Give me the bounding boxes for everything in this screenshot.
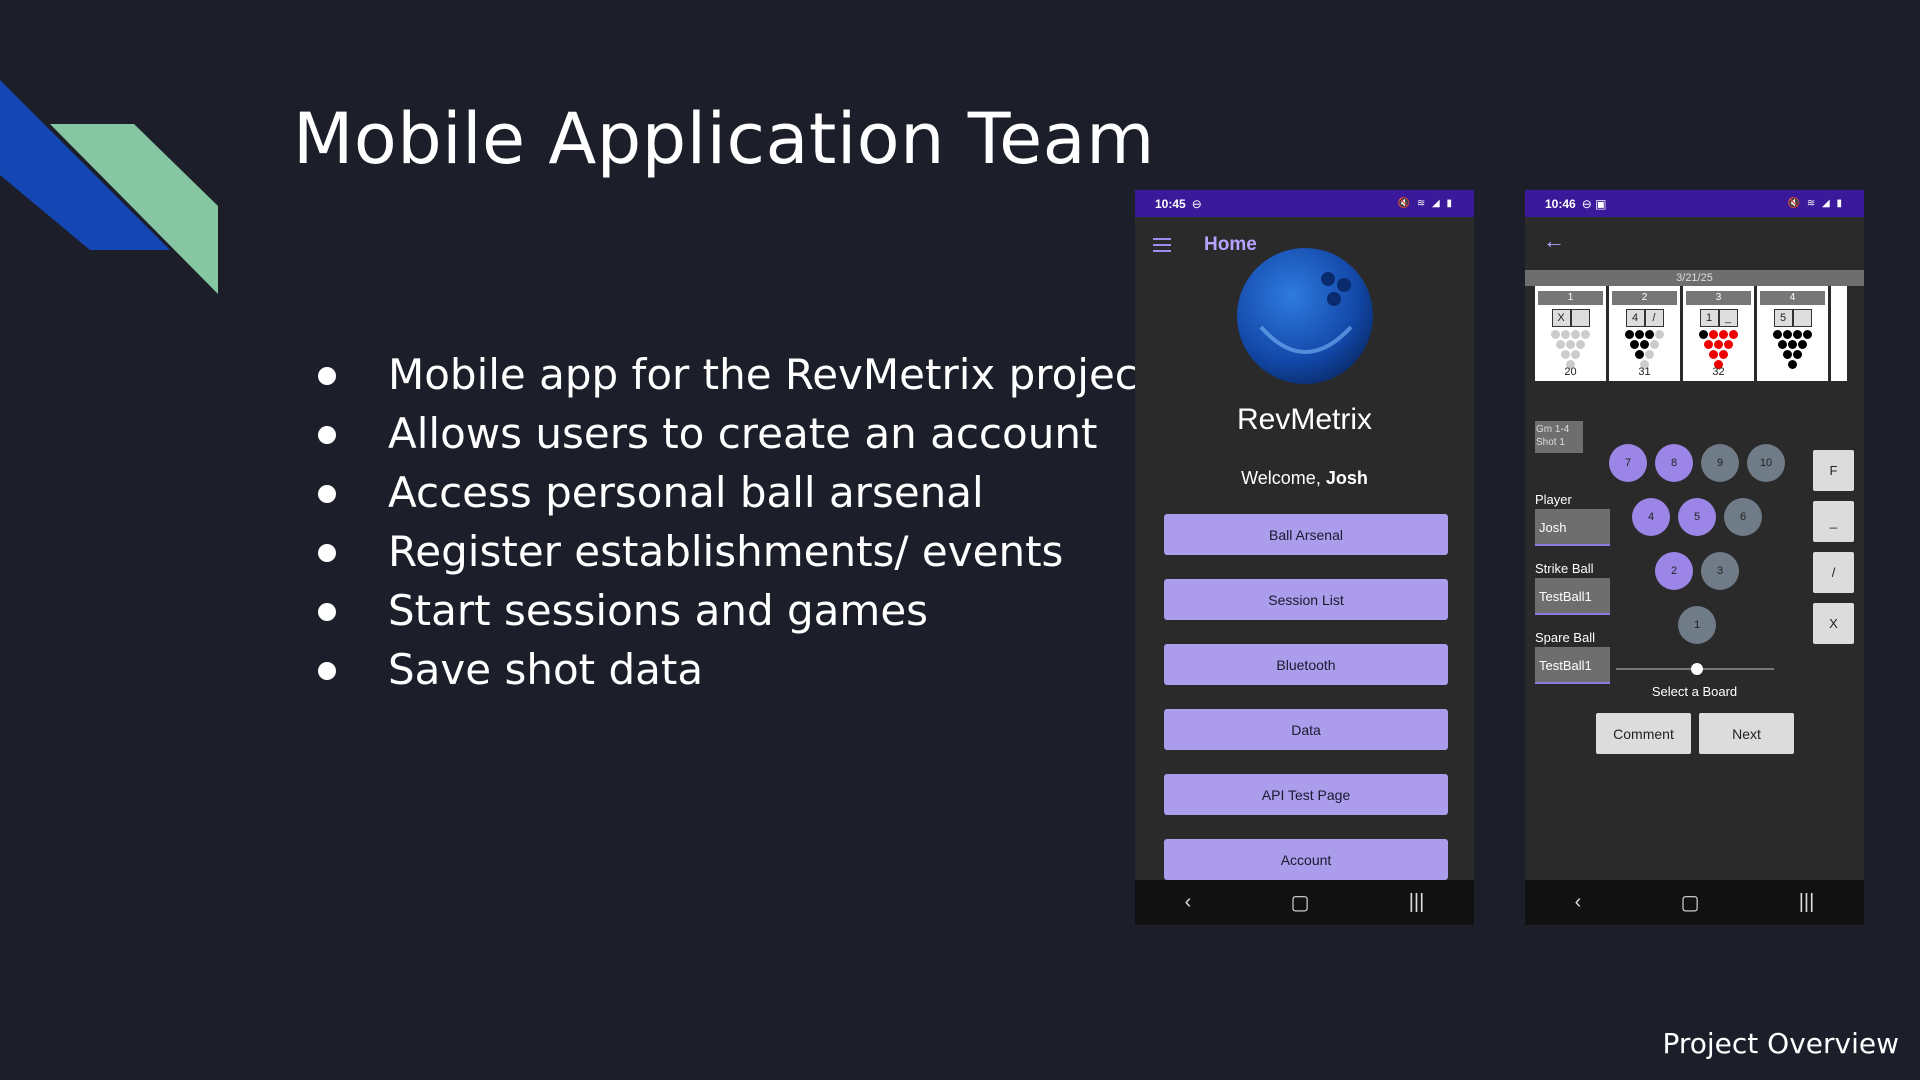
frame-1[interactable]: 1 X 20 [1535, 286, 1606, 381]
account-button[interactable]: Account [1164, 839, 1448, 880]
pin-diagram [1535, 330, 1606, 369]
bullet-dot [318, 662, 336, 680]
spare-key[interactable]: / [1813, 552, 1854, 593]
recents-nav-icon[interactable]: ||| [1409, 891, 1425, 914]
system-nav-bar: ‹ ▢ ||| [1135, 880, 1474, 925]
home-nav-icon[interactable]: ▢ [1291, 890, 1310, 915]
pin-6-button[interactable]: 6 [1724, 498, 1762, 536]
slide-footer: Project Overview [1662, 1027, 1899, 1060]
bullet-dot [318, 485, 336, 503]
decorative-stripes [0, 80, 218, 294]
strike-ball-field[interactable]: TestBall1 [1535, 578, 1610, 615]
pin-8-button[interactable]: 8 [1655, 444, 1693, 482]
frame-5-partial[interactable] [1831, 286, 1847, 381]
player-field[interactable]: Josh [1535, 509, 1610, 546]
frame-4[interactable]: 4 5 [1757, 286, 1828, 381]
status-bar: 10:46 ⊖ ▣ 🔇 ≋ ◢ ▮ [1525, 190, 1864, 217]
pin-diagram [1757, 330, 1828, 369]
player-label: Player [1535, 492, 1572, 507]
dnd-icon: ⊖ ▣ [1581, 196, 1607, 211]
pin-2-button[interactable]: 2 [1655, 552, 1693, 590]
bullet-item: Register establishments/ events [310, 522, 1154, 581]
bullet-dot [318, 603, 336, 621]
system-nav-bar: ‹ ▢ ||| [1525, 880, 1864, 925]
bullet-dot [318, 426, 336, 444]
status-bar: 10:45 ⊖ 🔇 ≋ ◢ ▮ [1135, 190, 1474, 217]
recents-nav-icon[interactable]: ||| [1799, 891, 1815, 914]
spare-ball-field[interactable]: TestBall1 [1535, 647, 1610, 684]
frame-3[interactable]: 3 1 _ 32 [1683, 286, 1754, 381]
bullet-item: Mobile app for the RevMetrix project [310, 345, 1154, 404]
board-slider[interactable] [1616, 663, 1774, 675]
next-button[interactable]: Next [1699, 713, 1794, 754]
pin-10-button[interactable]: 10 [1747, 444, 1785, 482]
bullet-item: Access personal ball arsenal [310, 463, 1154, 522]
bowling-ball-logo [1237, 248, 1373, 384]
data-button[interactable]: Data [1164, 709, 1448, 750]
pin-9-button[interactable]: 9 [1701, 444, 1739, 482]
bullet-item: Allows users to create an account [310, 404, 1154, 463]
session-date: 3/21/25 [1525, 270, 1864, 286]
home-menu: Ball Arsenal Session List Bluetooth Data… [1164, 514, 1448, 904]
pin-5-button[interactable]: 5 [1678, 498, 1716, 536]
bullet-dot [318, 544, 336, 562]
pin-diagram [1683, 330, 1754, 369]
session-list-button[interactable]: Session List [1164, 579, 1448, 620]
phone-shot-entry-screen: 10:46 ⊖ ▣ 🔇 ≋ ◢ ▮ ← 3/21/25 1 X 20 2 4 / [1525, 190, 1864, 925]
frame-2[interactable]: 2 4/ 31 [1609, 286, 1680, 381]
pin-4-button[interactable]: 4 [1632, 498, 1670, 536]
gutter-key[interactable]: _ [1813, 501, 1854, 542]
strike-key[interactable]: X [1813, 603, 1854, 644]
api-test-page-button[interactable]: API Test Page [1164, 774, 1448, 815]
game-shot-indicator: Gm 1-4 Shot 1 [1535, 421, 1583, 453]
slider-thumb[interactable] [1691, 663, 1703, 675]
spare-ball-label: Spare Ball [1535, 630, 1595, 645]
hamburger-menu-icon[interactable] [1153, 237, 1171, 252]
foul-key[interactable]: F [1813, 450, 1854, 491]
scorecard: 1 X 20 2 4/ 31 3 1 _ 32 4 5 [1535, 286, 1855, 381]
comment-button[interactable]: Comment [1596, 713, 1691, 754]
slide-title: Mobile Application Team [293, 98, 1155, 180]
app-name: RevMetrix [1236, 403, 1372, 436]
back-nav-icon[interactable]: ‹ [1575, 891, 1582, 914]
dnd-icon: ⊖ [1191, 196, 1202, 211]
ball-arsenal-button[interactable]: Ball Arsenal [1164, 514, 1448, 555]
welcome-message: Welcome, Josh [1241, 468, 1368, 488]
select-board-label: Select a Board [1651, 684, 1738, 699]
pin-1-button[interactable]: 1 [1678, 606, 1716, 644]
status-time: 10:46 [1545, 196, 1576, 211]
home-nav-icon[interactable]: ▢ [1681, 890, 1700, 915]
strike-ball-label: Strike Ball [1535, 561, 1594, 576]
back-nav-icon[interactable]: ‹ [1185, 891, 1192, 914]
bullet-item: Start sessions and games [310, 581, 1154, 640]
bullet-item: Save shot data [310, 640, 1154, 699]
pin-diagram [1609, 330, 1680, 369]
pin-3-button[interactable]: 3 [1701, 552, 1739, 590]
signal-icons: 🔇 ≋ ◢ ▮ [1397, 198, 1454, 209]
bullet-dot [318, 367, 336, 385]
phone-home-screen: 10:45 ⊖ 🔇 ≋ ◢ ▮ Home RevMetrix Welcome, … [1135, 190, 1474, 925]
status-time: 10:45 [1155, 196, 1186, 211]
signal-icons: 🔇 ≋ ◢ ▮ [1787, 198, 1844, 209]
bullet-list: Mobile app for the RevMetrix project All… [310, 345, 1154, 699]
pin-7-button[interactable]: 7 [1609, 444, 1647, 482]
back-arrow-icon[interactable]: ← [1543, 228, 1565, 254]
bluetooth-button[interactable]: Bluetooth [1164, 644, 1448, 685]
